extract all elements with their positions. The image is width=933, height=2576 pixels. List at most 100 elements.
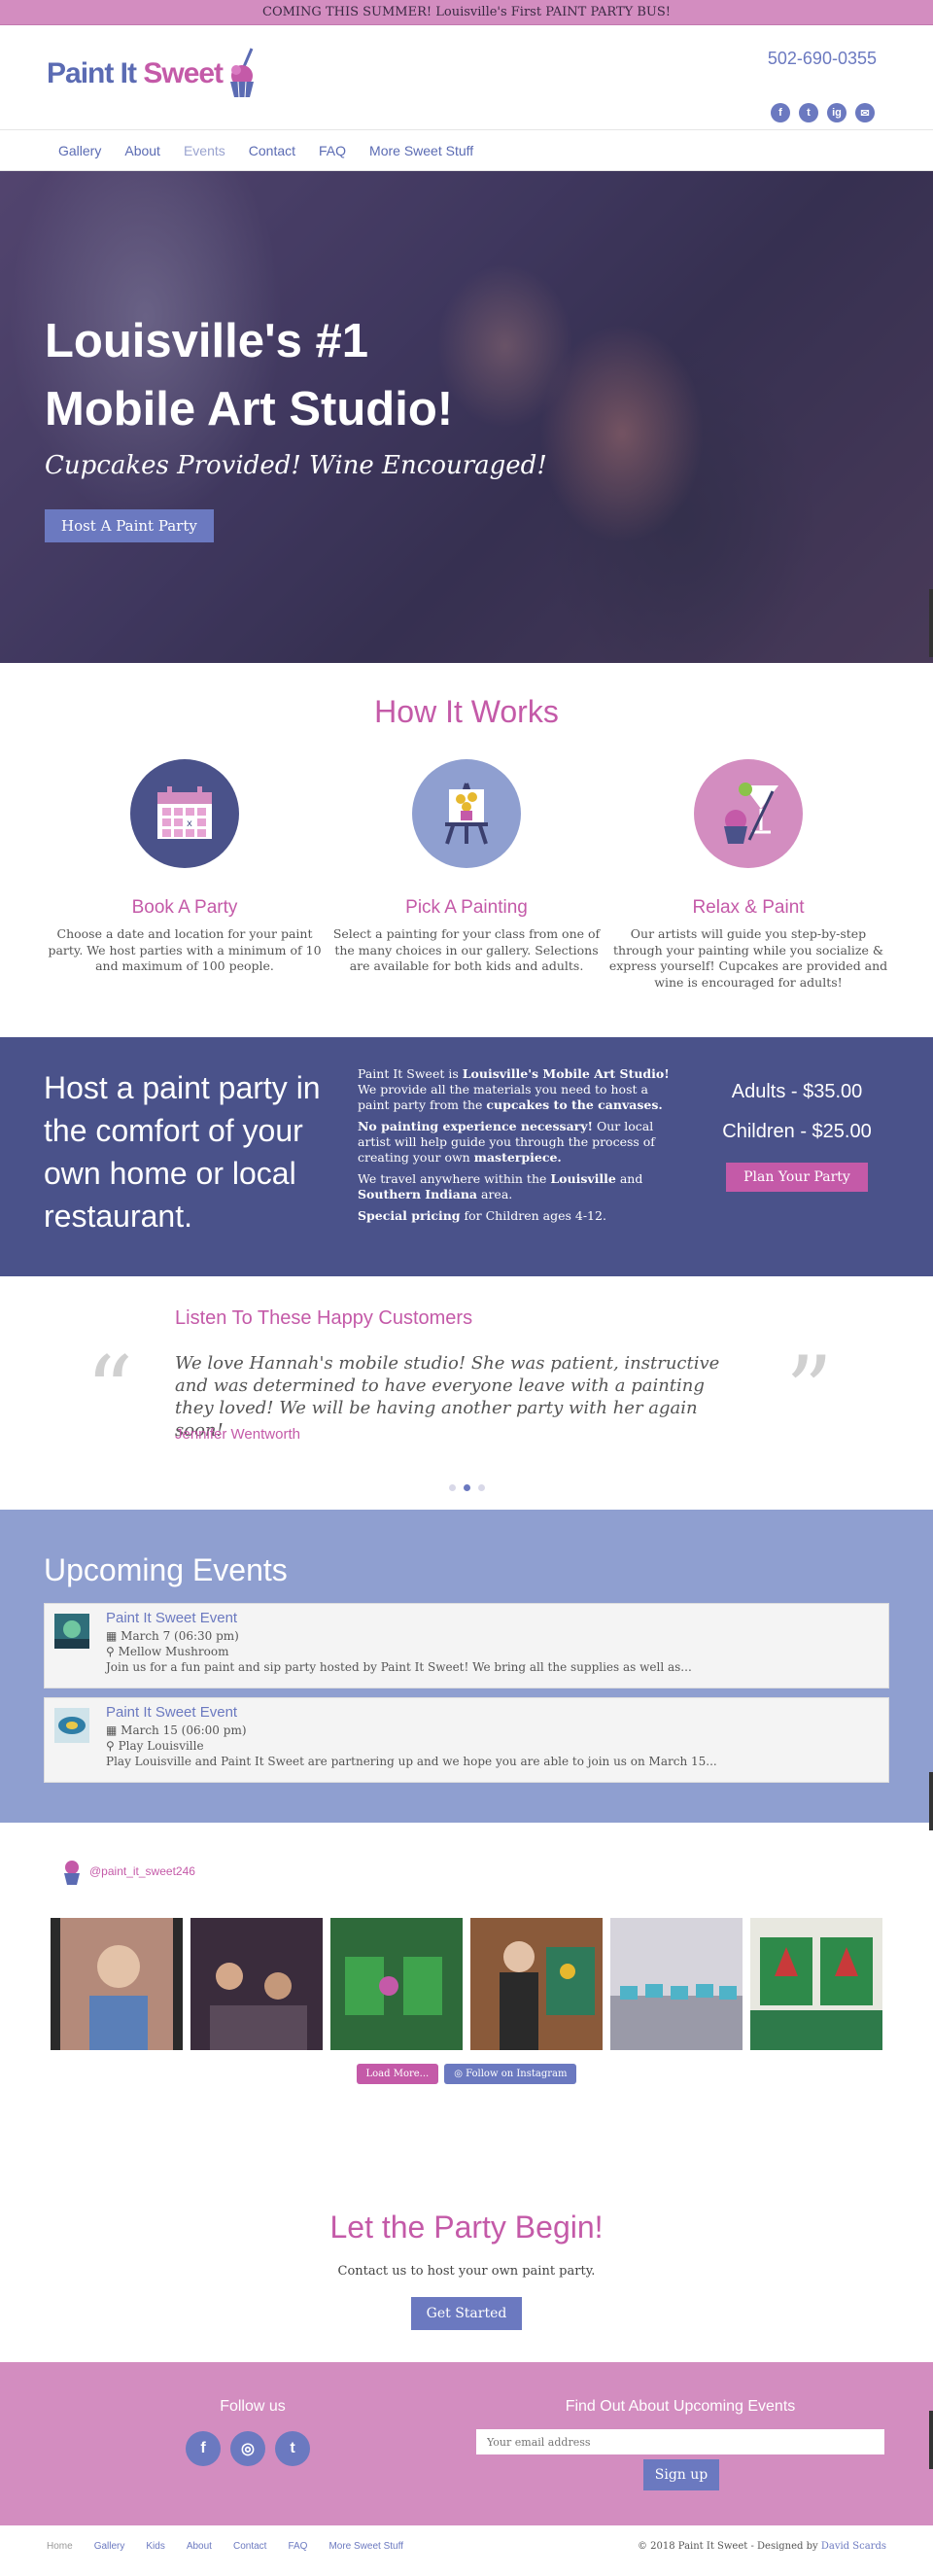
pricing-paragraph: We travel anywhere within the Louisville…: [358, 1171, 643, 1201]
footer-link-contact[interactable]: Contact: [233, 2541, 266, 2552]
event-thumbnail: [54, 1708, 89, 1743]
event-description: Play Louisville and Paint It Sweet are p…: [106, 1755, 717, 1768]
events-title: Upcoming Events: [44, 1552, 288, 1587]
cocktail-cupcake-icon: [694, 759, 803, 868]
site-footer: Follow us f ◎ t Find Out About Upcoming …: [0, 2362, 933, 2525]
instagram-photo[interactable]: [51, 1918, 183, 2050]
follow-us-title: Follow us: [220, 2398, 286, 2415]
load-more-button[interactable]: Load More...: [356, 2064, 439, 2084]
scroll-indicator: [929, 2411, 933, 2469]
footer-link-kids[interactable]: Kids: [146, 2541, 164, 2552]
calendar-icon: x: [130, 759, 239, 868]
instagram-profile[interactable]: @paint_it_sweet246: [60, 1856, 195, 1887]
host-party-button[interactable]: Host A Paint Party: [45, 509, 214, 542]
event-description: Join us for a fun paint and sip party ho…: [106, 1660, 692, 1674]
open-quote-icon: “: [86, 1337, 134, 1445]
twitter-icon[interactable]: t: [275, 2431, 310, 2466]
event-location: ⚲ Play Louisville: [106, 1739, 204, 1753]
step-title: Pick A Painting: [405, 897, 528, 918]
event-date: ▦ March 15 (06:00 pm): [106, 1723, 247, 1737]
footer-link-about[interactable]: About: [187, 2541, 212, 2552]
nav-about[interactable]: About: [124, 143, 160, 158]
cta-title: Let the Party Begin!: [329, 2210, 604, 2245]
plan-party-button[interactable]: Plan Your Party: [726, 1163, 868, 1192]
follow-instagram-button[interactable]: ◎ Follow on Instagram: [444, 2064, 577, 2084]
scroll-indicator: [929, 589, 933, 657]
carousel-dot-active[interactable]: [463, 1484, 470, 1491]
svg-text:x: x: [187, 818, 192, 829]
nav-more-sweet-stuff[interactable]: More Sweet Stuff: [369, 143, 473, 158]
step-relax-paint: Relax & Paint Our artists will guide you…: [607, 759, 889, 991]
instagram-photo[interactable]: [750, 1918, 882, 2050]
close-quote-icon: ”: [785, 1337, 834, 1445]
email-icon[interactable]: ✉: [855, 103, 875, 122]
instagram-handle: @paint_it_sweet246: [89, 1864, 195, 1878]
instagram-photo[interactable]: [330, 1918, 463, 2050]
facebook-icon[interactable]: f: [186, 2431, 221, 2466]
get-started-button[interactable]: Get Started: [411, 2297, 522, 2330]
step-title: Relax & Paint: [692, 897, 805, 918]
footer-link-home[interactable]: Home: [47, 2541, 73, 2552]
nav-contact[interactable]: Contact: [249, 143, 295, 158]
event-card[interactable]: Paint It Sweet Event ▦ March 15 (06:00 p…: [44, 1697, 889, 1783]
footer-link-faq[interactable]: FAQ: [288, 2541, 307, 2552]
testimonial-section: Listen To These Happy Customers “ We lov…: [0, 1276, 933, 1510]
hero-tagline: Cupcakes Provided! Wine Encouraged!: [45, 451, 547, 480]
how-it-works-title: How It Works: [374, 694, 559, 729]
step-pick-painting: Pick A Painting Select a painting for yo…: [326, 759, 607, 991]
facebook-icon[interactable]: f: [771, 103, 790, 122]
carousel-dot[interactable]: [477, 1484, 485, 1491]
twitter-icon[interactable]: t: [799, 103, 818, 122]
step-text: Select a painting for your class from on…: [332, 926, 601, 973]
carousel-dot[interactable]: [448, 1484, 456, 1491]
main-nav: Gallery About Events Contact FAQ More Sw…: [0, 129, 933, 171]
price-list: Adults - $35.00 Children - $25.00 Plan Y…: [700, 1081, 894, 1192]
event-card[interactable]: Paint It Sweet Event ▦ March 7 (06:30 pm…: [44, 1603, 889, 1688]
footer-nav: Home Gallery Kids About Contact FAQ More…: [47, 2541, 403, 2552]
cupcake-logo-icon: [230, 48, 255, 98]
announcement-text: COMING THIS SUMMER! Louisville's First P…: [262, 5, 671, 19]
nav-faq[interactable]: FAQ: [319, 143, 346, 158]
instagram-feed: [51, 1918, 882, 2050]
scroll-indicator: [929, 1772, 933, 1830]
announcement-bar: COMING THIS SUMMER! Louisville's First P…: [0, 0, 933, 25]
footer-link-gallery[interactable]: Gallery: [94, 2541, 125, 2552]
event-location: ⚲ Mellow Mushroom: [106, 1645, 229, 1658]
pricing-headline: Host a paint party in the comfort of you…: [44, 1070, 321, 1234]
site-header: Paint It Sweet 502-690-0355 f t ig ✉: [0, 25, 933, 129]
signup-button[interactable]: Sign up: [643, 2459, 719, 2490]
site-logo[interactable]: Paint It Sweet: [47, 47, 259, 101]
instagram-photo[interactable]: [470, 1918, 603, 2050]
instagram-actions: Load More... ◎ Follow on Instagram: [0, 2064, 933, 2084]
instagram-icon[interactable]: ig: [827, 103, 847, 122]
step-book-party: x Book A Party Choose a date and locatio…: [44, 759, 326, 991]
nav-gallery[interactable]: Gallery: [58, 143, 101, 158]
step-text: Choose a date and location for your pain…: [48, 926, 322, 973]
instagram-photo[interactable]: [610, 1918, 743, 2050]
nav-events[interactable]: Events: [184, 143, 225, 158]
step-text: Our artists will guide you step-by-step …: [608, 926, 888, 990]
phone-number[interactable]: 502-690-0355: [768, 49, 877, 69]
bottom-bar: Home Gallery Kids About Contact FAQ More…: [0, 2525, 933, 2576]
newsletter-title: Find Out About Upcoming Events: [565, 2398, 796, 2415]
footer-social-icons: f ◎ t: [186, 2431, 310, 2466]
events-section: Upcoming Events Paint It Sweet Event ▦ M…: [0, 1510, 933, 1830]
event-title[interactable]: Paint It Sweet Event: [106, 1704, 237, 1721]
cta-section: Let the Party Begin! Contact us to host …: [0, 2114, 933, 2362]
footer-link-more-sweet-stuff[interactable]: More Sweet Stuff: [328, 2541, 403, 2552]
child-price: Children - $25.00: [722, 1121, 872, 1142]
designer-link[interactable]: David Scards: [821, 2541, 886, 2552]
instagram-section: @paint_it_sweet246 Load More... ◎ Follow…: [0, 1823, 933, 2114]
email-field[interactable]: [476, 2429, 884, 2454]
testimonial-author: Jennifer Wentworth: [175, 1426, 300, 1443]
pricing-section: Host a paint party in the comfort of you…: [0, 1037, 933, 1276]
hero-section: Louisville's #1 Mobile Art Studio! Cupcak…: [0, 171, 933, 663]
instagram-photo[interactable]: [190, 1918, 323, 2050]
event-thumbnail: [54, 1614, 89, 1649]
pricing-paragraph: Special pricing for Children ages 4-12.: [358, 1208, 606, 1223]
instagram-icon[interactable]: ◎: [230, 2431, 265, 2466]
profile-avatar: [64, 1861, 80, 1885]
event-title[interactable]: Paint It Sweet Event: [106, 1610, 237, 1626]
cta-text: Contact us to host your own paint party.: [337, 2264, 596, 2279]
step-title: Book A Party: [131, 897, 238, 918]
